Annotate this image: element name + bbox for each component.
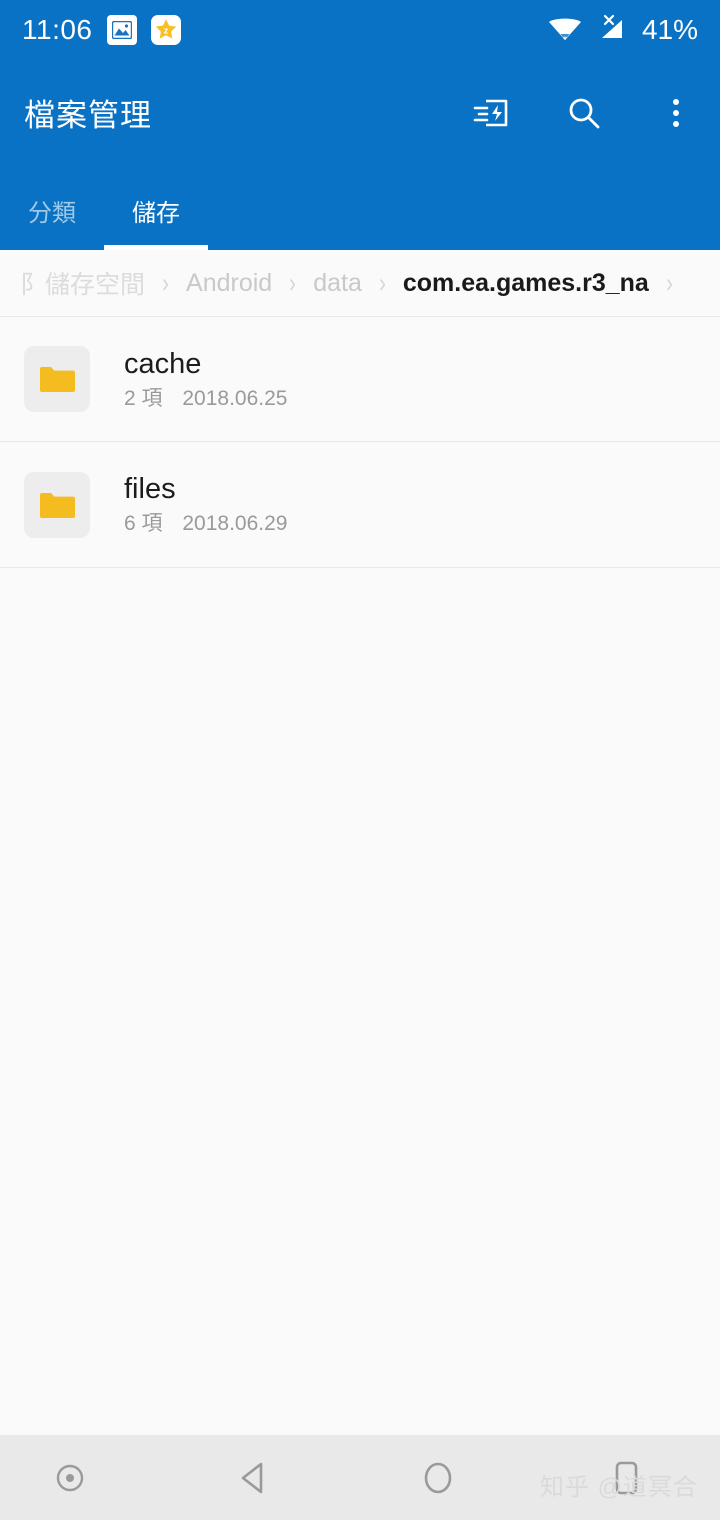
phone-screen: 11:06 z 41% 檔案管理 分類 儲存 阝儲存空間 › Android ›… [0,0,720,1520]
home-icon[interactable] [408,1458,468,1498]
search-icon[interactable] [564,93,604,133]
status-time: 11:06 [22,14,93,45]
breadcrumb-separator: › [665,267,673,298]
file-item-count: 2 項 [124,386,163,410]
breadcrumb-separator: › [289,267,297,298]
tab-storage-label: 儲存 [132,200,180,227]
file-item-count: 6 項 [124,512,163,535]
tab-storage[interactable]: 儲存 [104,193,208,250]
file-row-text: cache 2 項 2018.06.25 [124,347,287,409]
image-icon [106,15,137,45]
zhihu-star-icon: z [150,15,181,45]
file-name: files [124,473,176,505]
file-row-text: files 6 項 2018.06.29 [124,473,287,535]
battery-percentage: 41% [641,14,698,45]
screen-record-icon[interactable] [40,1461,100,1495]
app-bar: 檔案管理 [0,60,720,165]
page-title: 檔案管理 [24,98,152,133]
status-bar-right: 41% [548,14,698,47]
status-bar-left: 11:06 z [22,15,181,45]
tab-categories-label: 分類 [28,200,76,227]
breadcrumb-item-internal-storage[interactable]: 阝儲存空間 [20,265,145,301]
svg-text:z: z [163,26,168,36]
file-date: 2018.06.25 [182,386,288,410]
breadcrumb: 阝儲存空間 › Android › data › com.ea.games.r3… [0,250,720,316]
tab-bar: 分類 儲存 [0,165,720,250]
breadcrumb-separator: › [378,267,386,298]
breadcrumb-item-android[interactable]: Android [186,269,272,298]
table-row[interactable]: files 6 項 2018.06.29 [0,442,720,568]
folder-icon [24,346,90,412]
breadcrumb-item-current[interactable]: com.ea.games.r3_na [403,269,649,298]
overflow-menu-icon[interactable] [656,93,696,133]
tab-categories[interactable]: 分類 [0,193,104,250]
navigation-bar: 知乎 @道冥合 [0,1435,720,1520]
cellular-no-sim-icon [596,14,628,47]
file-date: 2018.06.29 [182,512,288,535]
breadcrumb-separator: › [162,267,169,298]
file-list: cache 2 項 2018.06.25 files 6 項 2018.06.2… [0,316,720,568]
table-row[interactable]: cache 2 項 2018.06.25 [0,316,720,442]
wifi-icon [548,15,582,46]
file-name: cache [124,347,202,380]
app-bar-actions [472,93,696,133]
status-bar: 11:06 z 41% [0,0,720,60]
file-meta: 6 項 2018.06.29 [124,513,287,534]
breadcrumb-item-data[interactable]: data [313,269,362,298]
transfer-icon[interactable] [472,93,512,133]
file-meta: 2 項 2018.06.25 [124,388,287,409]
folder-icon [24,471,90,538]
watermark: 知乎 @道冥合 [539,1474,698,1501]
back-icon[interactable] [223,1460,283,1496]
